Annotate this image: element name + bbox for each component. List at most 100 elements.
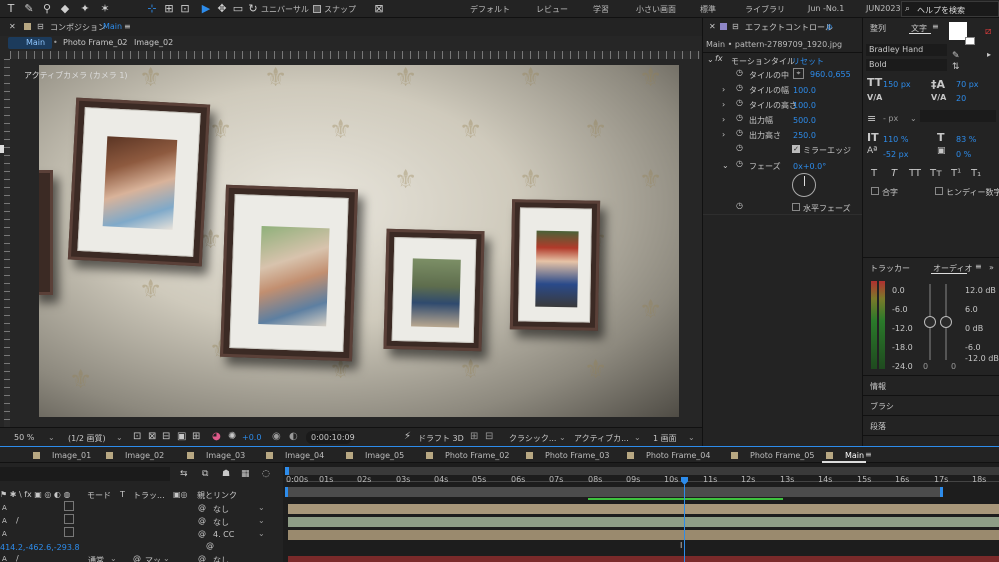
eyedropper-icon[interactable]: ✎ <box>952 51 960 61</box>
layer-bar[interactable] <box>288 504 999 514</box>
workspace-jun-no1[interactable]: Jun -No.1 <box>808 4 844 13</box>
volume-slider-knob-right[interactable] <box>940 316 952 328</box>
mask-visibility-icon[interactable]: ⊟ <box>162 431 170 442</box>
expand-arrow-icon[interactable]: › <box>722 130 725 139</box>
tracking-value[interactable]: 20 <box>956 94 966 103</box>
phase-angle-dial[interactable] <box>792 173 816 197</box>
renderer-mode-dropdown[interactable]: クラシック... <box>509 433 556 444</box>
collapse-arrow-icon[interactable]: ⌄ <box>722 161 729 170</box>
layer-bar[interactable] <box>288 517 999 527</box>
stopwatch-icon[interactable]: ◷ <box>736 83 743 92</box>
workspace-jun2023[interactable]: JUN2023 <box>866 4 901 13</box>
no-stroke-icon[interactable]: ⧄ <box>985 26 991 37</box>
selection-tool-icon[interactable]: ▶ <box>199 2 213 16</box>
composition-flow-icon[interactable]: ⇆ <box>180 469 188 479</box>
mirror-edges-checkbox[interactable]: ✓ <box>792 145 800 153</box>
param-value-tile-center[interactable]: 960.0,655 <box>810 70 851 79</box>
timeline-tab-photo-frame-04[interactable]: Photo Frame_04 <box>627 451 710 460</box>
timeline-tab-main[interactable]: Main <box>826 451 864 460</box>
pickwhip-icon[interactable]: @ <box>206 541 214 550</box>
timeline-tab-image-04[interactable]: Image_04 <box>266 451 324 460</box>
view-axis-icon[interactable]: ⊡ <box>178 2 192 16</box>
param-value-output-width[interactable]: 500.0 <box>793 116 816 125</box>
faux-bold-button[interactable]: T <box>871 168 877 179</box>
panel-overflow-icon[interactable]: » <box>989 263 994 272</box>
stopwatch-icon[interactable]: ◷ <box>736 143 743 152</box>
clone-stamp-icon[interactable]: ⚲ <box>40 2 54 16</box>
expand-arrow-icon[interactable]: › <box>722 85 725 94</box>
timeline-track-area[interactable]: 0:00s 01s 02s 03s 04s 05s 06s 07s 08s 09… <box>283 463 999 562</box>
tab-tracker[interactable]: トラッカー <box>870 263 910 274</box>
parent-dropdown[interactable]: なし <box>213 555 229 562</box>
chevron-down-icon[interactable]: ⌄ <box>910 114 917 123</box>
grid-icon[interactable]: ⊞ <box>192 431 200 442</box>
views-dropdown[interactable]: 1 画面 <box>653 433 677 444</box>
tsume-value[interactable]: 0 % <box>956 150 971 159</box>
brush-tool-icon[interactable]: ✎ <box>22 2 36 16</box>
font-family-dropdown[interactable]: Bradley Hand <box>866 44 947 56</box>
tab-align[interactable]: 整列 <box>870 23 886 34</box>
tab-image-02[interactable]: Image_02 <box>134 38 173 47</box>
fast-preview-icon[interactable]: ⚡ <box>404 431 411 442</box>
current-timecode[interactable]: 0:00:10:09 <box>311 433 355 442</box>
close-icon[interactable]: ✕ <box>709 22 716 31</box>
volume-slider-knob-left[interactable] <box>924 316 936 328</box>
timeline-tab-photo-frame-05[interactable]: Photo Frame_05 <box>731 451 814 460</box>
timeline-tab-image-05[interactable]: Image_05 <box>346 451 404 460</box>
axis-mode-icon[interactable]: ⊹ <box>145 2 159 16</box>
stopwatch-icon[interactable]: ◷ <box>736 201 743 210</box>
param-value-tile-width[interactable]: 100.0 <box>793 86 816 95</box>
stopwatch-icon[interactable]: ◷ <box>736 98 743 107</box>
faux-italic-button[interactable]: T <box>891 168 897 179</box>
panel-info[interactable]: 情報 <box>870 381 886 392</box>
timeline-tab-image-03[interactable]: Image_03 <box>187 451 245 460</box>
continuous-raster-icon[interactable]: / <box>16 554 19 562</box>
stroke-type-dropdown[interactable] <box>920 110 996 122</box>
snap-checkbox[interactable] <box>313 5 321 13</box>
stroke-color-swatch[interactable] <box>965 37 975 45</box>
panel-menu-icon[interactable]: ≡ <box>124 22 131 31</box>
layer-bar[interactable] <box>288 530 999 540</box>
timeline-tab-image-01[interactable]: Image_01 <box>33 451 91 460</box>
workspace-standard[interactable]: 標準 <box>700 4 716 15</box>
horizontal-scale-value[interactable]: 83 % <box>956 135 976 144</box>
baseline-shift-value[interactable]: -52 px <box>883 150 908 159</box>
workspace-learn[interactable]: 学習 <box>593 4 609 15</box>
panel-paragraph[interactable]: 段落 <box>870 421 886 432</box>
hindi-digits-checkbox[interactable] <box>935 187 943 195</box>
exposure-value[interactable]: +0.0 <box>242 433 261 442</box>
zoom-dropdown[interactable]: 50 % <box>14 433 34 442</box>
snap-options-icon[interactable]: ⊠ <box>372 2 386 16</box>
playhead-line[interactable] <box>684 485 685 562</box>
expand-arrow-icon[interactable]: › <box>722 100 725 109</box>
panel-menu-icon[interactable]: ≡ <box>865 450 872 459</box>
3d-ground-icon[interactable]: ⊞ <box>470 431 478 442</box>
world-axis-icon[interactable]: ⊞ <box>162 2 176 16</box>
timeline-tab-photo-frame-03[interactable]: Photo Frame_03 <box>526 451 609 460</box>
scroll-arrow-icon[interactable]: ▸ <box>987 50 991 59</box>
help-search-input[interactable]: ⌕ ヘルプを検索 <box>901 1 999 17</box>
continuous-raster-icon[interactable]: / <box>16 516 19 525</box>
layer-switch[interactable] <box>64 501 74 511</box>
panel-menu-icon[interactable]: ≡ <box>932 22 939 31</box>
blend-mode-dropdown[interactable]: 通常 <box>88 555 104 562</box>
shy-layers-icon[interactable]: ☗ <box>222 469 230 479</box>
pickwhip-icon[interactable]: @ <box>198 554 206 562</box>
vertical-ruler[interactable] <box>4 59 10 435</box>
pickwhip-icon[interactable]: @ <box>133 554 141 562</box>
transparency-grid-icon[interactable]: ⊠ <box>148 431 156 442</box>
layer-bar[interactable] <box>288 556 999 562</box>
timeline-tab-photo-frame-02[interactable]: Photo Frame_02 <box>426 451 509 460</box>
motion-blur-icon[interactable]: ◌ <box>262 469 270 479</box>
parent-dropdown[interactable]: なし <box>213 504 229 515</box>
stopwatch-icon[interactable]: ◷ <box>736 128 743 137</box>
horizontal-phase-checkbox[interactable] <box>792 203 800 211</box>
draft-3d-icon[interactable]: ⧉ <box>202 469 208 479</box>
pickwhip-icon[interactable]: @ <box>198 516 206 525</box>
work-area-end[interactable] <box>940 487 943 497</box>
hand-tool-icon[interactable]: ✥ <box>215 2 229 16</box>
layer-search-input[interactable] <box>0 467 170 481</box>
work-area-start[interactable] <box>285 487 288 497</box>
show-snapshot-icon[interactable]: ◐ <box>289 431 298 442</box>
stopwatch-icon[interactable]: ◷ <box>736 113 743 122</box>
